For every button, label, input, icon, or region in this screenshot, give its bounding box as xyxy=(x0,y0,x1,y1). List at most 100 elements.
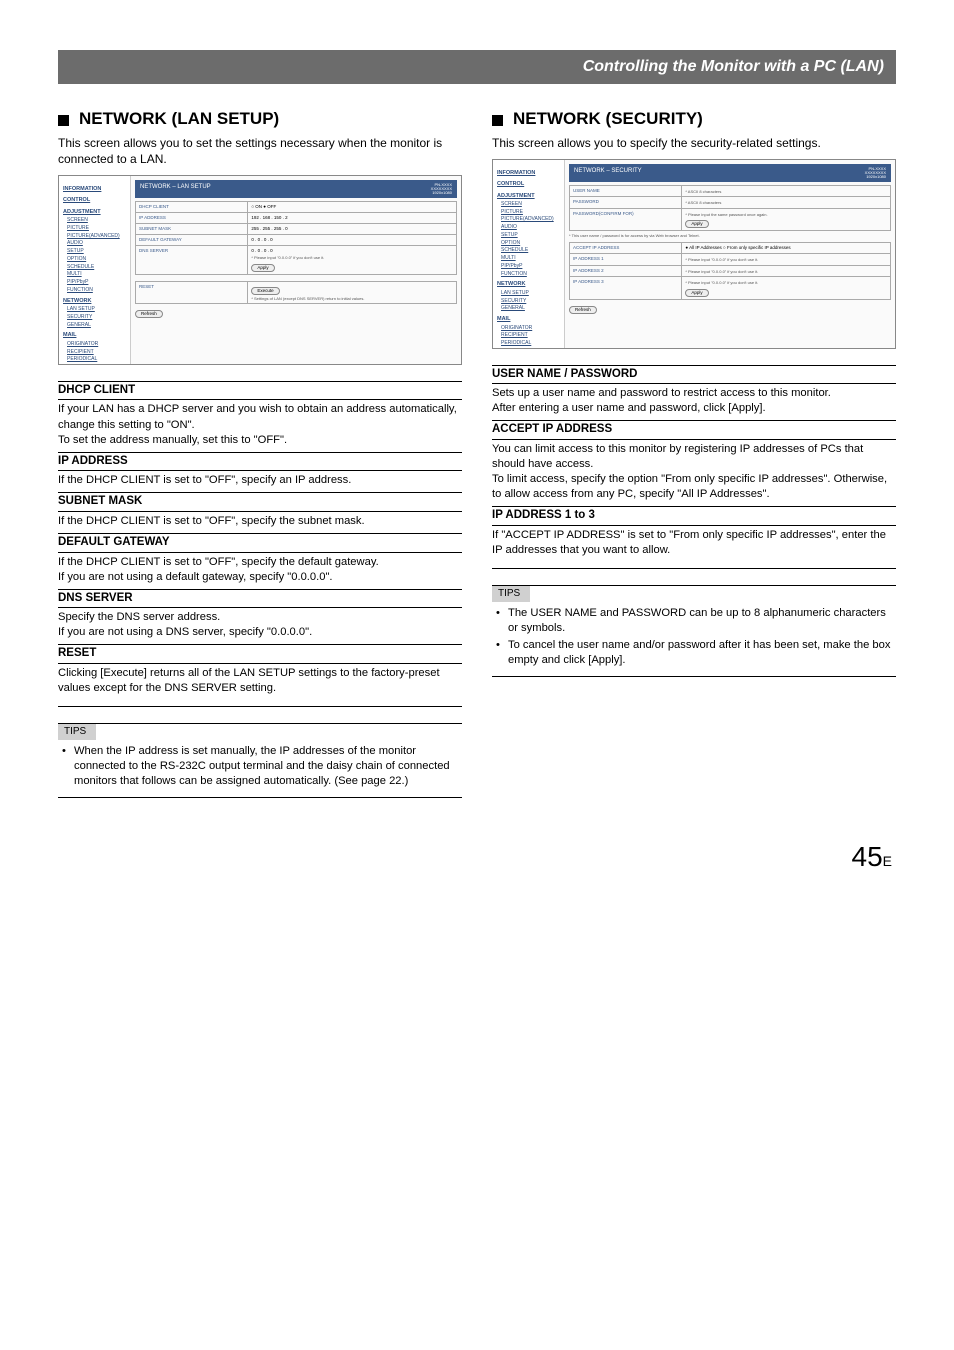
def-title: DHCP CLIENT xyxy=(58,381,462,401)
page-number-suffix: E xyxy=(883,853,892,869)
row-label: DEFAULT GATEWAY xyxy=(136,235,248,246)
execute-button: Execute xyxy=(251,287,279,295)
row-label: IP ADDRESS 3 xyxy=(570,277,682,299)
sb-item: PICTURE xyxy=(67,225,126,232)
sb-item: FUNCTION xyxy=(501,271,560,278)
sb-item: FUNCTION xyxy=(67,287,126,294)
tip-item: To cancel the user name and/or password … xyxy=(496,638,896,668)
page-number: 45E xyxy=(58,838,896,876)
screenshot-main: NETWORK – LAN SETUP PN-XXXX XXXXXXXX 192… xyxy=(131,176,461,364)
def-body: If "ACCEPT IP ADDRESS" is set to "From o… xyxy=(492,528,896,558)
square-bullet-icon xyxy=(492,115,503,126)
row-label: DHCP CLIENT xyxy=(136,201,248,212)
row-value: 192 . 168 . 150 . 2 xyxy=(248,212,457,223)
apply-button: Apply xyxy=(251,264,274,272)
sb-item: MULTI xyxy=(67,271,126,278)
section-heading-text: NETWORK (LAN SETUP) xyxy=(79,108,279,131)
tip-item: When the IP address is set manually, the… xyxy=(62,744,462,789)
right-column: NETWORK (SECURITY) This screen allows yo… xyxy=(492,108,896,798)
sb-item: PICTURE xyxy=(501,209,560,216)
panel-title: NETWORK – SECURITY xyxy=(574,167,642,179)
sb-item: SECURITY xyxy=(501,298,560,305)
sb-item: SCHEDULE xyxy=(67,264,126,271)
row-note: * ASCII 8 characters xyxy=(685,189,887,194)
sb-control: CONTROL xyxy=(497,181,560,188)
sb-item: OPTION xyxy=(67,256,126,263)
square-bullet-icon xyxy=(58,115,69,126)
sb-item: RECIPIENT xyxy=(501,332,560,339)
divider xyxy=(58,706,462,707)
sb-item: MULTI xyxy=(501,255,560,262)
row-label: USER NAME xyxy=(570,185,682,196)
row-note: * Please input "0.0.0.0" if you don't us… xyxy=(685,280,887,285)
sb-item: PICTURE(ADVANCED) xyxy=(67,233,126,240)
def-title: ACCEPT IP ADDRESS xyxy=(492,420,896,440)
sb-item: LAN SETUP xyxy=(501,290,560,297)
sb-item: PICTURE(ADVANCED) xyxy=(501,216,560,223)
section-heading-lan: NETWORK (LAN SETUP) xyxy=(58,108,462,131)
intro-text-security: This screen allows you to specify the se… xyxy=(492,135,896,151)
sb-item: ORIGINATOR xyxy=(501,325,560,332)
tips-box: TIPS When the IP address is set manually… xyxy=(58,723,462,798)
row-label: PASSWORD xyxy=(570,197,682,208)
sb-item: SETUP xyxy=(501,232,560,239)
sb-item: AUDIO xyxy=(501,224,560,231)
sb-network: NETWORK xyxy=(497,281,560,288)
full-note: * This user name / password is for acces… xyxy=(569,233,891,238)
def-body: Specify the DNS server address. If you a… xyxy=(58,610,462,640)
row-value: 0 . 0 . 0 . 0 xyxy=(248,235,457,246)
sb-network: NETWORK xyxy=(63,298,126,305)
screenshot-main: NETWORK – SECURITY PN-XXXX XXXXXXXX 1920… xyxy=(565,160,895,348)
sb-information: INFORMATION xyxy=(497,170,560,177)
refresh-button: Refresh xyxy=(569,306,597,314)
apply-button: Apply xyxy=(685,220,708,228)
sb-item: SCREEN xyxy=(67,217,126,224)
sb-item: ORIGINATOR xyxy=(67,341,126,348)
def-body: If the DHCP CLIENT is set to "OFF", spec… xyxy=(58,473,462,488)
def-body: You can limit access to this monitor by … xyxy=(492,442,896,502)
refresh-button: Refresh xyxy=(135,310,163,318)
screenshot-sidebar: INFORMATION CONTROL ADJUSTMENT SCREEN PI… xyxy=(493,160,565,348)
section-heading-text: NETWORK (SECURITY) xyxy=(513,108,703,131)
sb-item: PERIODICAL xyxy=(501,340,560,347)
row-value: ● All IP Addresses ○ From only specific … xyxy=(682,243,891,254)
security-screenshot: INFORMATION CONTROL ADJUSTMENT SCREEN PI… xyxy=(492,159,896,349)
tip-item: The USER NAME and PASSWORD can be up to … xyxy=(496,606,896,636)
row-label: IP ADDRESS 1 xyxy=(570,254,682,265)
row-label: RESET xyxy=(136,281,248,303)
apply-button: Apply xyxy=(685,289,708,297)
sb-mail: MAIL xyxy=(63,332,126,339)
sb-item: SCREEN xyxy=(501,201,560,208)
def-title: IP ADDRESS xyxy=(58,452,462,472)
row-note: * Please input "0.0.0.0" if you don't us… xyxy=(685,269,887,274)
sb-adjustment: ADJUSTMENT xyxy=(497,193,560,200)
def-body: If your LAN has a DHCP server and you wi… xyxy=(58,402,462,447)
row-label: DNS SERVER xyxy=(136,246,248,275)
sb-item: AUDIO xyxy=(67,240,126,247)
sb-information: INFORMATION xyxy=(63,186,126,193)
sb-item: OPTION xyxy=(501,240,560,247)
page-header: Controlling the Monitor with a PC (LAN) xyxy=(58,50,896,84)
sb-item: SCHEDULE xyxy=(501,247,560,254)
page-number-value: 45 xyxy=(852,841,883,872)
row-value: ○ ON ● OFF xyxy=(248,201,457,212)
tips-label: TIPS xyxy=(492,586,530,602)
tips-box: TIPS The USER NAME and PASSWORD can be u… xyxy=(492,585,896,677)
lan-setup-screenshot: INFORMATION CONTROL ADJUSTMENT SCREEN PI… xyxy=(58,175,462,365)
sb-item: SECURITY xyxy=(67,314,126,321)
sb-item: GENERAL xyxy=(501,305,560,312)
def-title: DEFAULT GATEWAY xyxy=(58,533,462,553)
row-note: * Please input "0.0.0.0" if you don't us… xyxy=(251,255,453,260)
def-title: SUBNET MASK xyxy=(58,492,462,512)
row-note: * Please input "0.0.0.0" if you don't us… xyxy=(685,257,887,262)
sb-item: PIP/PbyP xyxy=(501,263,560,270)
def-body: If the DHCP CLIENT is set to "OFF", spec… xyxy=(58,555,462,585)
row-note: * ASCII 8 characters xyxy=(685,200,887,205)
def-body: Clicking [Execute] returns all of the LA… xyxy=(58,666,462,696)
row-label: PASSWORD(CONFIRM FOR) xyxy=(570,208,682,230)
row-note: * Settings of LAN (except DNS SERVER) re… xyxy=(251,296,453,301)
def-title: RESET xyxy=(58,644,462,664)
settings-table: DHCP CLIENT○ ON ● OFF IP ADDRESS192 . 16… xyxy=(135,201,457,275)
sb-mail: MAIL xyxy=(497,316,560,323)
section-heading-security: NETWORK (SECURITY) xyxy=(492,108,896,131)
